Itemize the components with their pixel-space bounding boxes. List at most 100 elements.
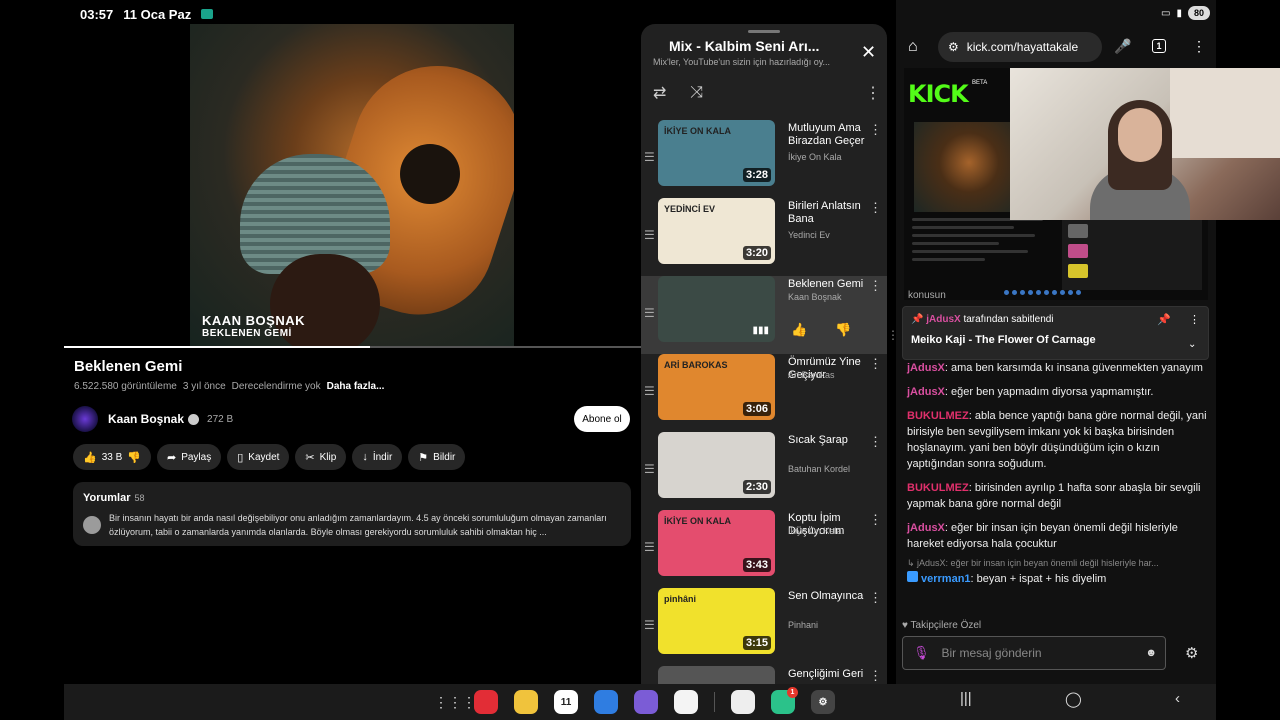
emoji-icon[interactable]: ☻ [1145,647,1157,659]
channel-row[interactable]: Kaan Boşnak 272 B [72,404,632,434]
item-more-icon[interactable]: ⋮ [869,668,882,684]
chevron-down-icon[interactable]: ⌄ [1188,339,1196,350]
video-thumbnail[interactable]: İKİYE ON KALA 3:28 [658,120,775,186]
video-progress-bar[interactable] [64,346,641,348]
thumbs-down-icon[interactable]: 👎 [835,322,851,338]
video-meta: 6.522.580 görüntüleme 3 yıl önce Derecel… [74,381,384,392]
calendar-app-icon[interactable]: 11 [554,690,578,714]
video-thumbnail[interactable]: ARİ BAROKAS 3:06 [658,354,775,420]
playlist-item[interactable]: ☰ İKİYE ON KALA 3:43 Koptu İpim Düşüyorum İk… [641,510,887,588]
video-thumbnail[interactable]: YEDİNCİ EV 3:20 [658,198,775,264]
thumbs-up-icon[interactable]: 👍 [791,322,807,338]
item-more-icon[interactable]: ⋮ [869,278,882,294]
channel-name[interactable]: Kaan Boşnak [108,412,184,426]
download-icon: ↓ [362,451,368,463]
item-more-icon[interactable]: ⋮ [869,200,882,216]
url-bar[interactable]: ⚙ kick.com/hayattakale [938,32,1102,62]
playlist-item-title[interactable]: Sıcak Şarap [788,434,868,447]
url-text[interactable]: kick.com/hayattakale [967,40,1078,54]
video-thumbnail[interactable]: İKİYE ON KALA 3:43 [658,510,775,576]
playlist-item[interactable]: ☰ ▮▮▮ Beklenen Gemi Kaan Boşnak ⋮ 👍 👎 [641,276,887,354]
thumbnail-text: İKİYE ON KALA [664,516,732,526]
messages-app-icon[interactable] [594,690,618,714]
settings-app-icon[interactable]: ⚙ [811,690,835,714]
tab-switcher-button[interactable]: 1 [1152,39,1166,53]
close-icon[interactable]: ✕ [861,42,876,63]
drag-grip-icon[interactable]: ☰ [644,228,655,242]
browser-app-icon[interactable] [634,690,658,714]
playlist-item-title[interactable]: Beklenen Gemi [788,278,868,291]
item-more-icon[interactable]: ⋮ [869,590,882,606]
playlist-item[interactable]: ☰ YEDİNCİ EV 3:20 Birileri Anlatsın Bana Yed… [641,198,887,276]
video-thumbnail[interactable]: pinhâni 3:15 [658,588,775,654]
pin-icon[interactable]: 📌 [1157,313,1171,326]
save-button[interactable]: ▯ Kaydet [227,444,290,470]
more-link[interactable]: Daha fazla... [327,381,385,392]
kick-app-icon[interactable]: 1 [771,687,798,714]
youtube-app-icon[interactable] [731,690,755,714]
playlist-item-title[interactable]: Mutluyum Ama Birazdan Geçer [788,122,868,148]
playlist-item[interactable]: ☰ İKİYE ON KALA 3:28 Mutluyum Ama Birazdan … [641,120,887,198]
files-app-icon[interactable] [514,690,538,714]
drag-grip-icon[interactable]: ☰ [644,306,655,320]
more-options-icon[interactable]: ⋮ [865,83,881,103]
thumbs-up-icon[interactable]: 👍 [83,451,97,464]
drag-grip-icon[interactable]: ☰ [644,462,655,476]
download-button[interactable]: ↓ İndir [352,444,403,470]
playlist-item-title[interactable]: Sen Olmayınca [788,590,868,603]
notes-app-icon[interactable] [474,690,498,714]
video-thumbnail[interactable]: 2:30 [658,432,775,498]
video-thumbnail[interactable] [658,666,775,684]
home-button-icon[interactable]: ◯ [1065,690,1082,708]
chat-username[interactable]: BUKULMEZ [907,410,969,422]
playlist-item[interactable]: ☰ 2:30 Sıcak Şarap Batuhan Kordel ⋮ [641,432,887,510]
share-button[interactable]: ➦ Paylaş [156,444,222,470]
playlist-item[interactable]: ☰Gençliğimi Geri⋮ [641,666,887,684]
item-more-icon[interactable]: ⋮ [869,434,882,450]
chat-input-placeholder[interactable]: Bir mesaj gönderin [942,646,1042,660]
subscribe-button[interactable]: Abone ol [574,406,630,432]
repeat-icon[interactable]: ⇄ [653,83,666,103]
item-more-icon[interactable]: ⋮ [869,512,882,528]
report-button[interactable]: ⚑ Bildir [408,444,466,470]
drag-grip-icon[interactable]: ☰ [644,150,655,164]
split-view-handle[interactable]: ⋮ [887,329,899,360]
playlist-item[interactable]: ☰ pinhâni 3:15 Sen Olmayınca Pinhani ⋮ [641,588,887,666]
chat-input[interactable]: 🎙 Bir mesaj gönderin ☻ [902,636,1166,670]
mic-icon[interactable]: 🎤 [1114,38,1131,55]
video-player[interactable]: KAAN BOŞNAK BEKLENEN GEMİ [190,24,514,348]
pinned-more-icon[interactable]: ⋮ [1189,313,1200,326]
chat-username[interactable]: jAdusX [907,362,945,374]
drag-grip-icon[interactable]: ☰ [644,540,655,554]
item-more-icon[interactable]: ⋮ [869,122,882,138]
comments-section[interactable]: Yorumlar 58 Bir insanın hayatı bir anda n… [73,482,631,546]
shuffle-icon[interactable]: ⤨ [690,84,703,102]
chat-scrolled-text: konusun [908,290,946,301]
drag-handle[interactable] [748,30,780,33]
voice-icon[interactable]: 🎙 [913,645,930,661]
item-more-icon[interactable]: ⋮ [869,356,882,372]
video-thumbnail[interactable]: ▮▮▮ [658,276,775,342]
home-icon[interactable]: ⌂ [908,38,918,56]
channel-avatar[interactable] [72,406,98,432]
browser-menu-icon[interactable]: ⋮ [1192,38,1206,55]
site-settings-icon[interactable]: ⚙ [948,40,959,54]
chat-settings-icon[interactable]: ⚙ [1185,644,1198,662]
chat-username[interactable]: jAdusX [907,386,945,398]
pinned-message[interactable]: 📌 jAdusX tarafından sabitlendi 📌 ⋮ Meiko… [902,306,1209,360]
playlist-item-title[interactable]: Gençliğimi Geri [788,668,868,681]
drag-grip-icon[interactable]: ☰ [644,618,655,632]
back-icon[interactable]: ‹ [1175,690,1180,708]
chat-username[interactable]: jAdusX [907,522,945,534]
playlist-item-title[interactable]: Birileri Anlatsın Bana [788,200,868,226]
chat-username[interactable]: verrman1 [921,573,971,585]
chat-username[interactable]: BUKULMEZ [907,482,969,494]
recents-icon[interactable]: ||| [960,690,972,708]
camera-app-icon[interactable] [674,690,698,714]
app-drawer-icon[interactable]: ⋮⋮⋮ [434,694,476,711]
thumbs-down-icon[interactable]: 👎 [127,451,141,464]
clip-button[interactable]: ✂ Klip [295,444,347,470]
drag-grip-icon[interactable]: ☰ [644,384,655,398]
like-dislike-button[interactable]: 👍 33 B 👎 [73,444,151,470]
playlist-item[interactable]: ☰ ARİ BAROKAS 3:06 Ömrümüz Yine Geçiyor Ari … [641,354,887,432]
